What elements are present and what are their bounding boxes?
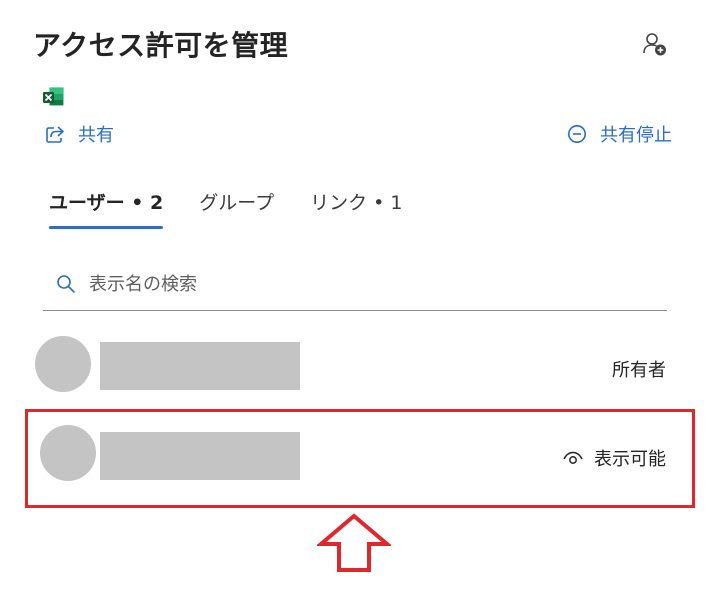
avatar [35,336,91,392]
add-people-button[interactable] [641,30,669,58]
share-label: 共有 [78,125,114,146]
role-label-owner: 所有者 [612,356,666,382]
search-icon [55,273,77,295]
stop-sharing-button[interactable]: 共有停止 [566,121,672,147]
page-title: アクセス許可を管理 [33,29,289,62]
tab-bar: ユーザー • 2 グループ リンク • 1 [49,188,438,229]
stop-sharing-label: 共有停止 [600,125,672,146]
search-box [43,258,667,311]
tab-links[interactable]: リンク • 1 [310,188,402,229]
role-text: 所有者 [612,360,666,381]
tab-users[interactable]: ユーザー • 2 [49,188,164,229]
up-arrow-icon [315,513,393,573]
user-name-redacted [100,342,300,390]
share-icon [44,123,66,145]
search-input[interactable] [89,273,609,295]
person-add-icon [643,33,666,56]
highlight-box [25,409,695,508]
minus-circle-icon [566,123,588,145]
tab-groups[interactable]: グループ [199,188,274,229]
share-button[interactable]: 共有 [44,121,114,147]
excel-icon [42,87,64,107]
